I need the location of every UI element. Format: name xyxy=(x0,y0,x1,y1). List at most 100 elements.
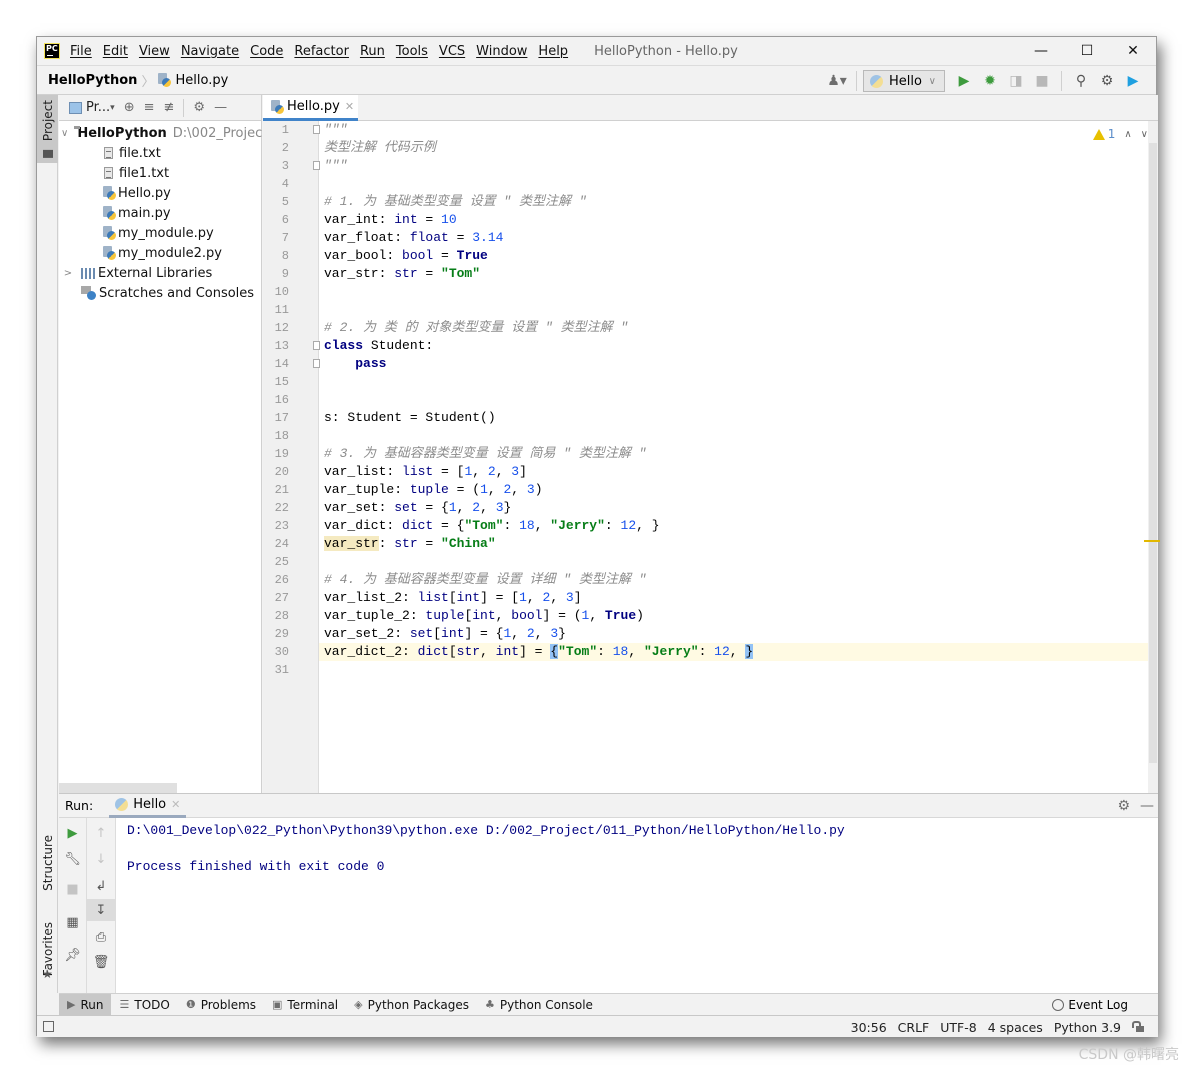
code-line[interactable]: 17 s: Student = Student() xyxy=(275,409,1148,427)
editor-tab-hello-py[interactable]: Hello.py ✕ xyxy=(263,95,358,121)
print-icon[interactable]: ⎙ xyxy=(87,926,115,948)
expand-all-icon[interactable]: ≡ xyxy=(144,96,155,120)
code-line[interactable]: 29 var_set_2: set[int] = {1, 2, 3} xyxy=(275,625,1148,643)
code-line[interactable]: 3 """ xyxy=(282,157,1148,175)
menu-navigate[interactable]: Navigate xyxy=(181,44,239,59)
hide-panel-icon[interactable]: — xyxy=(1140,798,1154,814)
line-number[interactable]: 24 xyxy=(269,535,289,553)
indent-setting[interactable]: 4 spaces xyxy=(988,1020,1043,1035)
code-line[interactable]: 19 # 3. 为 基础容器类型变量 设置 简易 " 类型注解 " xyxy=(275,445,1148,463)
code-line[interactable]: 30 var_dict_2: dict[str, int] = {"Tom": 1… xyxy=(275,643,1148,661)
maximize-button[interactable]: ☐ xyxy=(1064,37,1110,65)
jetbrains-toolbox-icon[interactable]: ▶ xyxy=(1120,68,1146,94)
caret-position[interactable]: 30:56 xyxy=(851,1020,887,1035)
code-line[interactable]: 31 xyxy=(275,661,1148,679)
line-number[interactable]: 10 xyxy=(269,283,289,301)
code-line[interactable]: 11 xyxy=(275,301,1148,319)
close-tab-icon[interactable]: ✕ xyxy=(171,798,180,811)
run-configuration-select[interactable]: Hello ∨ xyxy=(863,70,945,92)
tool-window-python-console[interactable]: ♣ Python Console xyxy=(477,994,601,1016)
line-number[interactable]: 23 xyxy=(269,517,289,535)
line-number[interactable]: 21 xyxy=(269,481,289,499)
chevron-down-icon[interactable]: ∨ xyxy=(1141,129,1148,140)
warning-marker[interactable] xyxy=(1144,540,1160,542)
line-number[interactable]: 13 xyxy=(269,337,289,355)
code-line[interactable]: 4 xyxy=(282,175,1148,193)
menu-refactor[interactable]: Refactor xyxy=(294,44,349,59)
fold-marker-icon[interactable] xyxy=(313,341,320,350)
line-number[interactable]: 26 xyxy=(269,571,289,589)
scrollbar-thumb[interactable] xyxy=(1149,143,1157,763)
chevron-right-icon[interactable]: > xyxy=(61,268,75,279)
code-line[interactable]: 18 xyxy=(275,427,1148,445)
line-number[interactable]: 3 xyxy=(269,157,289,175)
code-line[interactable]: 20 var_list: list = [1, 2, 3] xyxy=(275,463,1148,481)
line-number[interactable]: 29 xyxy=(269,625,289,643)
code-line[interactable]: 8 var_bool: bool = True xyxy=(282,247,1148,265)
python-interpreter[interactable]: Python 3.9 xyxy=(1054,1020,1121,1035)
stop-icon[interactable]: ■ xyxy=(1029,68,1055,94)
fold-marker-icon[interactable] xyxy=(313,359,320,368)
tool-window-python-packages[interactable]: ◈ Python Packages xyxy=(346,994,477,1016)
code-line[interactable]: 24 var_str: str = "China" xyxy=(275,535,1148,553)
project-view-select[interactable]: Pr... ▾ xyxy=(69,96,115,120)
menu-code[interactable]: Code xyxy=(250,44,283,59)
hide-panel-icon[interactable]: — xyxy=(214,96,227,120)
menu-view[interactable]: View xyxy=(139,44,170,59)
line-number[interactable]: 14 xyxy=(269,355,289,373)
code-line[interactable]: 6 var_int: int = 10 xyxy=(282,211,1148,229)
line-number[interactable]: 2 xyxy=(269,139,289,157)
code-line[interactable]: 21 var_tuple: tuple = (1, 2, 3) xyxy=(275,481,1148,499)
menu-run[interactable]: Run xyxy=(360,44,385,59)
code-line[interactable]: 26 # 4. 为 基础容器类型变量 设置 详细 " 类型注解 " xyxy=(275,571,1148,589)
line-number[interactable]: 20 xyxy=(269,463,289,481)
tree-file[interactable]: file.txt xyxy=(59,143,261,163)
project-tool-tab[interactable]: Project xyxy=(37,95,58,163)
line-number[interactable]: 28 xyxy=(269,607,289,625)
line-number[interactable]: 7 xyxy=(269,229,289,247)
tree-root-folder[interactable]: ∨ HelloPython D:\002_Projec xyxy=(59,123,262,143)
minimize-button[interactable]: — xyxy=(1018,37,1064,65)
breadcrumb-project[interactable]: HelloPython xyxy=(48,73,137,88)
line-number[interactable]: 9 xyxy=(269,265,289,283)
settings-icon[interactable]: ⚙ xyxy=(1094,68,1120,94)
locate-file-icon[interactable]: ⊕ xyxy=(124,96,135,120)
arrow-down-icon[interactable]: ↓ xyxy=(87,848,115,870)
code-line[interactable]: 2 类型注解 代码示例 xyxy=(282,139,1148,157)
layout-icon[interactable]: ▦ xyxy=(59,911,86,933)
settings-icon[interactable]: ⚙ xyxy=(1117,798,1130,814)
tree-file[interactable]: Hello.py xyxy=(59,183,261,203)
line-number[interactable]: 1 xyxy=(269,121,289,139)
close-button[interactable]: ✕ xyxy=(1110,37,1156,65)
line-number[interactable]: 4 xyxy=(269,175,289,193)
line-number[interactable]: 6 xyxy=(269,211,289,229)
code-line[interactable]: 13 class Student: xyxy=(275,337,1148,355)
code-line[interactable]: 10 xyxy=(275,283,1148,301)
line-number[interactable]: 8 xyxy=(269,247,289,265)
code-line[interactable]: 12 # 2. 为 类 的 对象类型变量 设置 " 类型注解 " xyxy=(275,319,1148,337)
code-line[interactable]: 16 xyxy=(275,391,1148,409)
collapse-all-icon[interactable]: ≢ xyxy=(164,96,175,120)
tool-window-run[interactable]: ▶ Run xyxy=(59,993,112,1016)
menu-edit[interactable]: Edit xyxy=(103,44,128,59)
tool-window-problems[interactable]: ❶ Problems xyxy=(178,994,264,1016)
trash-icon[interactable]: 🗑︎ xyxy=(87,951,115,973)
line-number[interactable]: 27 xyxy=(269,589,289,607)
search-icon[interactable]: ⚲ xyxy=(1068,68,1094,94)
fold-marker-icon[interactable] xyxy=(313,125,320,134)
menu-help[interactable]: Help xyxy=(538,44,568,59)
line-number[interactable]: 19 xyxy=(269,445,289,463)
tree-file[interactable]: file1.txt xyxy=(59,163,261,183)
tool-window-event-log[interactable]: Event Log xyxy=(1052,994,1128,1016)
code-line[interactable]: 15 xyxy=(275,373,1148,391)
line-number[interactable]: 5 xyxy=(269,193,289,211)
lock-icon[interactable] xyxy=(1132,1021,1144,1033)
menu-tools[interactable]: Tools xyxy=(396,44,428,59)
menu-window[interactable]: Window xyxy=(476,44,527,59)
code-line[interactable]: 1 """ xyxy=(282,121,1148,139)
breadcrumb-file[interactable]: Hello.py xyxy=(175,73,228,88)
line-number[interactable]: 11 xyxy=(269,301,289,319)
code-line[interactable]: 7 var_float: float = 3.14 xyxy=(282,229,1148,247)
tree-file[interactable]: my_module2.py xyxy=(59,243,261,263)
code-line[interactable]: 28 var_tuple_2: tuple[int, bool] = (1, Tr… xyxy=(275,607,1148,625)
